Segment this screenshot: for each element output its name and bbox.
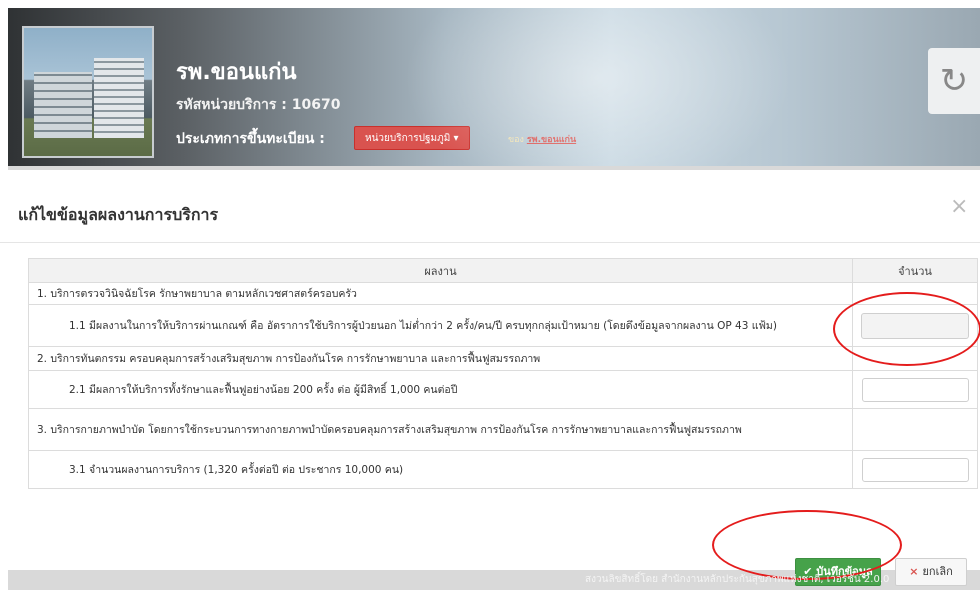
service-table: ผลงาน จำนวน 1. บริการตรวจวินิจฉัยโรค รัก… [28, 258, 978, 489]
amount-input-2-1[interactable] [861, 377, 969, 402]
row-2-1-text: 2.1 มีผลการให้บริการทั้งรักษาและฟื้นฟูอย… [28, 370, 853, 409]
table-header-row: ผลงาน จำนวน [28, 258, 978, 283]
hospital-photo [22, 26, 154, 158]
column-amount: จำนวน [852, 258, 978, 283]
building-right [94, 58, 144, 138]
building-left [34, 72, 92, 138]
registration-parent-prefix: ของ [508, 135, 524, 145]
registration-parent: ของ รพ.ขอนแก่น [508, 132, 576, 146]
table-row: 1. บริการตรวจวินิจฉัยโรค รักษาพยาบาล ตาม… [28, 282, 978, 305]
table-row: 3. บริการกายภาพบำบัด โดยการใช้กระบวนการท… [28, 408, 978, 451]
table-row: 2. บริการทันตกรรม ครอบคลุมการสร้างเสริมส… [28, 346, 978, 371]
row-3-amount [852, 408, 978, 451]
amount-input-3-1[interactable] [861, 457, 969, 482]
row-3-1-text: 3.1 จำนวนผลงานการบริการ (1,320 ครั้งต่อป… [28, 450, 853, 489]
column-work: ผลงาน [28, 258, 853, 283]
cancel-button[interactable]: × ยกเลิก [895, 558, 967, 586]
row-2-1-amount [852, 370, 978, 409]
row-3-1-amount [852, 450, 978, 489]
registration-type-label: หน่วยบริการปฐมภูมิ [365, 133, 451, 144]
row-2-text: 2. บริการทันตกรรม ครอบคลุมการสร้างเสริมส… [28, 346, 853, 371]
annotation-circle-amount [833, 292, 980, 366]
footer-copyright: สงวนลิขสิทธิ์โดย สำนักงานหลักประกันสุขภา… [585, 574, 890, 585]
row-3-text: 3. บริการกายภาพบำบัด โดยการใช้กระบวนการท… [28, 408, 853, 451]
table-row: 3.1 จำนวนผลงานการบริการ (1,320 ครั้งต่อป… [28, 450, 978, 489]
refresh-icon: ↻ [939, 61, 969, 101]
hospital-name: รพ.ขอนแก่น [176, 60, 297, 85]
hospital-header: รพ.ขอนแก่น รหัสหน่วยบริการ : 10670 ประเภ… [8, 8, 980, 166]
row-1-1-text: 1.1 มีผลงานในการให้บริการผ่านเกณฑ์ คือ อ… [28, 304, 853, 347]
cancel-x-icon: × [909, 565, 919, 578]
unit-code: รหัสหน่วยบริการ : 10670 [176, 97, 341, 113]
edit-service-modal: แก้ไขข้อมูลผลงานการบริการ × ผลงาน จำนวน … [0, 170, 980, 570]
modal-divider [0, 242, 980, 243]
refresh-button[interactable]: ↻ [928, 48, 980, 114]
caret-down-icon: ▾ [453, 133, 459, 144]
registration-type-dropdown[interactable]: หน่วยบริการปฐมภูมิ ▾ [354, 126, 470, 150]
row-1-text: 1. บริการตรวจวินิจฉัยโรค รักษาพยาบาล ตาม… [28, 282, 853, 305]
registration-parent-link[interactable]: รพ.ขอนแก่น [527, 135, 576, 145]
annotation-circle-save [712, 510, 902, 580]
modal-title: แก้ไขข้อมูลผลงานการบริการ [18, 205, 219, 224]
cancel-label: ยกเลิก [922, 565, 953, 578]
registration-label: ประเภทการขึ้นทะเบียน : [176, 131, 325, 147]
table-row: 2.1 มีผลการให้บริการทั้งรักษาและฟื้นฟูอย… [28, 370, 978, 409]
close-icon[interactable]: × [950, 194, 968, 219]
